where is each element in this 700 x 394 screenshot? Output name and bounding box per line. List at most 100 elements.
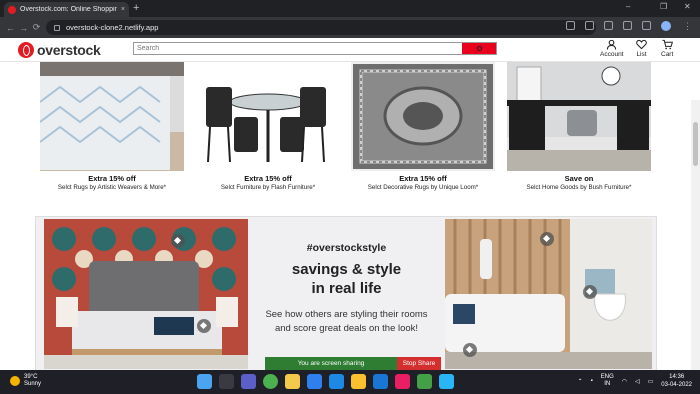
- slack-icon[interactable]: [395, 374, 410, 389]
- list-button[interactable]: List: [636, 39, 647, 58]
- search-bar: [133, 42, 497, 55]
- new-tab-button[interactable]: +: [133, 2, 139, 14]
- weather-temp: 39°C: [24, 374, 38, 380]
- shop-tag-icon[interactable]: [463, 343, 477, 357]
- product-promo: Extra 15% off: [244, 174, 292, 183]
- webpage: overstock Account List Cart: [0, 38, 700, 370]
- search-button[interactable]: [462, 43, 496, 54]
- banner-subtext-line2: and score great deals on the look!: [274, 323, 419, 334]
- banner-subtext-line1: See how others are styling their rooms: [265, 309, 428, 320]
- system-tray: ⌃ ▪ ENG IN ◠ ◁ ▭ 14:36 03-04-2022: [578, 373, 692, 389]
- product-card[interactable]: Save on Selct Home Goods by Bush Furnitu…: [507, 62, 651, 191]
- minimize-button[interactable]: –: [626, 2, 630, 11]
- cart-label: Cart: [661, 51, 674, 58]
- product-image-decorative-rug[interactable]: [351, 62, 495, 171]
- sticky-notes-icon[interactable]: [351, 374, 366, 389]
- zoom-icon[interactable]: [566, 21, 575, 30]
- app-l-icon[interactable]: [373, 374, 388, 389]
- chrome-icon[interactable]: [263, 374, 278, 389]
- close-window-button[interactable]: ✕: [684, 2, 691, 11]
- search-input[interactable]: [134, 43, 462, 54]
- maximize-button[interactable]: ❐: [660, 2, 667, 11]
- shop-tag-icon[interactable]: [583, 285, 597, 299]
- account-button[interactable]: Account: [600, 39, 624, 58]
- account-icon: [607, 39, 617, 50]
- sharing-text: You are screen sharing: [297, 360, 365, 367]
- browser-menu-icon[interactable]: ⋮: [681, 21, 694, 32]
- shop-tag-icon[interactable]: [171, 234, 185, 248]
- scrollbar-thumb[interactable]: [693, 122, 698, 166]
- overstock-logo-icon: [18, 42, 34, 58]
- product-image-desk[interactable]: [507, 62, 651, 171]
- banner-headline-line2: in real life: [311, 280, 382, 297]
- share-icon[interactable]: [585, 21, 594, 30]
- overstockstyle-banner: #overstockstyle savings & style in real …: [35, 216, 657, 370]
- heart-icon: [636, 39, 647, 50]
- volume-icon[interactable]: ◁: [635, 378, 640, 385]
- bookmark-star-icon[interactable]: [604, 21, 613, 30]
- search-icon: [476, 46, 482, 51]
- shop-tag-icon[interactable]: [540, 232, 554, 246]
- clock-date: 03-04-2022: [661, 382, 692, 388]
- product-image-patio-set[interactable]: [196, 62, 340, 171]
- product-promo: Extra 15% off: [88, 174, 136, 183]
- shop-tag-icon[interactable]: [197, 319, 211, 333]
- teams-icon[interactable]: [241, 374, 256, 389]
- banner-text: #overstockstyle savings & style in real …: [248, 217, 445, 370]
- overstock-favicon-icon: [8, 5, 16, 14]
- app-s-icon[interactable]: [417, 374, 432, 389]
- tray-app-icon[interactable]: ▪: [591, 378, 593, 384]
- profile-avatar[interactable]: [661, 21, 671, 31]
- windows-start-icon[interactable]: [197, 374, 212, 389]
- stop-share-button[interactable]: Stop Share: [397, 357, 441, 370]
- docs-icon[interactable]: [439, 374, 454, 389]
- product-description: Selct Decorative Rugs by Unique Loom*: [367, 184, 479, 191]
- tab-close-icon[interactable]: ×: [121, 6, 125, 13]
- address-bar[interactable]: overstock-clone2.netlify.app: [46, 20, 596, 35]
- lang-code: ENG: [600, 374, 614, 380]
- living-room-image[interactable]: [445, 219, 652, 369]
- battery-icon[interactable]: ▭: [648, 378, 654, 385]
- browser-toolbar: ← → ⟳ overstock-clone2.netlify.app ⋮: [0, 17, 700, 38]
- product-card[interactable]: Extra 15% off Selct Decorative Rugs by U…: [351, 62, 495, 191]
- vscode-icon[interactable]: [307, 374, 322, 389]
- product-image-rug[interactable]: [40, 62, 184, 171]
- product-card[interactable]: Extra 15% off Selct Furniture by Flash F…: [196, 62, 340, 191]
- banner-headline-line1: savings & style: [291, 261, 402, 278]
- sun-icon: [10, 376, 20, 386]
- language-indicator[interactable]: ENG IN: [601, 374, 614, 388]
- forward-button[interactable]: →: [17, 23, 30, 33]
- search-icon[interactable]: [219, 374, 234, 389]
- product-promo: Extra 15% off: [399, 174, 447, 183]
- banner-hashtag[interactable]: #overstockstyle: [248, 242, 445, 254]
- bedroom-image[interactable]: [44, 219, 248, 369]
- tray-chevron-icon[interactable]: ⌃: [578, 378, 583, 385]
- clock[interactable]: 14:36 03-04-2022: [661, 373, 692, 389]
- taskbar-apps: [197, 374, 454, 389]
- weather-condition: Sunny: [24, 381, 42, 387]
- cart-button[interactable]: Cart: [661, 39, 673, 58]
- tab-title: Overstock.com: Online Shopping: [20, 6, 117, 13]
- wifi-icon[interactable]: ◠: [622, 378, 627, 385]
- windows-taskbar: 39°C Sunny ⌃ ▪ ENG IN ◠ ◁ ▭ 14:36 03-04-…: [0, 370, 700, 394]
- lang-region: IN: [604, 381, 611, 387]
- site-header: overstock Account List Cart: [0, 38, 700, 62]
- reload-button[interactable]: ⟳: [30, 22, 43, 33]
- file-explorer-icon[interactable]: [285, 374, 300, 389]
- product-description: Selct Rugs by Artistic Weavers & More*: [57, 184, 167, 191]
- lock-icon: [54, 24, 60, 31]
- url-text: overstock-clone2.netlify.app: [66, 23, 159, 32]
- sidebar-icon[interactable]: [642, 21, 651, 30]
- screen-sharing-indicator: You are screen sharing: [265, 357, 397, 370]
- extensions-icon[interactable]: [623, 21, 632, 30]
- screen-share-bar: You are screen sharing Stop Share: [265, 357, 441, 370]
- back-button[interactable]: ←: [4, 23, 17, 33]
- overstock-logo[interactable]: overstock: [18, 42, 101, 58]
- edge-icon[interactable]: [329, 374, 344, 389]
- browser-tab[interactable]: Overstock.com: Online Shopping ×: [4, 2, 129, 17]
- browser-tab-bar: Overstock.com: Online Shopping × + – ❐ ✕: [0, 0, 700, 17]
- page-scrollbar[interactable]: [691, 100, 700, 370]
- product-card[interactable]: Extra 15% off Selct Rugs by Artistic Wea…: [40, 62, 184, 191]
- logo-text: overstock: [37, 42, 101, 58]
- weather-widget[interactable]: 39°C Sunny: [10, 374, 41, 388]
